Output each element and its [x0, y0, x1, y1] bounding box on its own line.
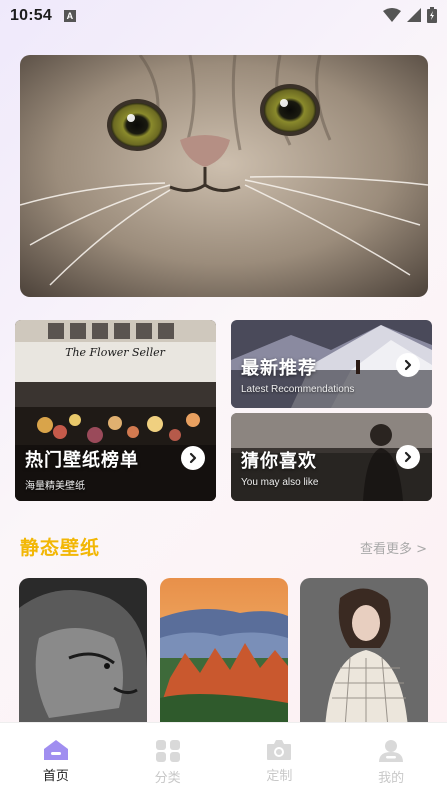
tab-customize[interactable]: 定制: [224, 723, 336, 796]
view-more-link[interactable]: 查看更多 >: [360, 538, 427, 557]
bottom-tab-bar: 首页 分类 定制 我的: [0, 722, 447, 796]
tab-profile[interactable]: 我的: [335, 723, 447, 796]
lion-photo: [19, 578, 147, 728]
card-title: 热门壁纸榜单: [25, 450, 139, 471]
tab-label: 首页: [42, 769, 69, 784]
chevron-right-icon: [404, 359, 412, 371]
thumb-canyon[interactable]: [160, 578, 288, 728]
arrow-right-button[interactable]: [396, 353, 420, 377]
card-subtitle: You may also like: [241, 477, 319, 488]
canyon-landscape-photo: [160, 578, 288, 728]
tab-label: 我的: [378, 771, 405, 786]
thumb-woman[interactable]: [300, 578, 428, 728]
user-icon: [379, 740, 404, 762]
card-you-may-like[interactable]: 猜你喜欢 You may also like: [231, 413, 432, 501]
battery-icon: [427, 7, 437, 23]
section-title-static-wallpapers: 静态壁纸: [20, 537, 101, 559]
card-hot-wallpapers[interactable]: The Flower Seller 热门壁纸榜单 海量精美壁纸: [15, 320, 216, 501]
status-time: 10:54: [10, 7, 52, 24]
tab-home[interactable]: 首页: [0, 723, 112, 796]
arrow-right-button[interactable]: [181, 446, 205, 470]
camera-icon: [267, 740, 292, 760]
wifi-icon: [383, 8, 401, 22]
flower-shop-photo: The Flower Seller: [15, 320, 216, 501]
chevron-right-icon: [404, 451, 412, 463]
signal-icon: [407, 8, 421, 22]
card-title: 猜你喜欢: [241, 451, 317, 472]
home-icon: [43, 740, 68, 760]
grid-icon: [155, 740, 180, 762]
chevron-right-icon: [189, 452, 197, 464]
tab-label: 定制: [266, 769, 293, 784]
cat-photo: [20, 55, 428, 297]
card-subtitle: Latest Recommendations: [241, 384, 355, 395]
status-bar: 10:54 A: [0, 0, 447, 32]
woman-in-blazer-photo: [300, 578, 428, 728]
tab-label: 分类: [154, 771, 181, 786]
svg-text:The Flower Seller: The Flower Seller: [65, 346, 165, 359]
hero-banner[interactable]: [20, 55, 428, 297]
notification-a-icon: A: [63, 10, 76, 22]
card-subtitle: 海量精美壁纸: [25, 481, 85, 492]
card-title: 最新推荐: [241, 358, 317, 379]
arrow-right-button[interactable]: [396, 445, 420, 469]
status-indicators: [383, 7, 437, 23]
tab-category[interactable]: 分类: [112, 723, 224, 796]
card-latest-recommendations[interactable]: 最新推荐 Latest Recommendations: [231, 320, 432, 408]
thumb-lion[interactable]: [19, 578, 147, 728]
